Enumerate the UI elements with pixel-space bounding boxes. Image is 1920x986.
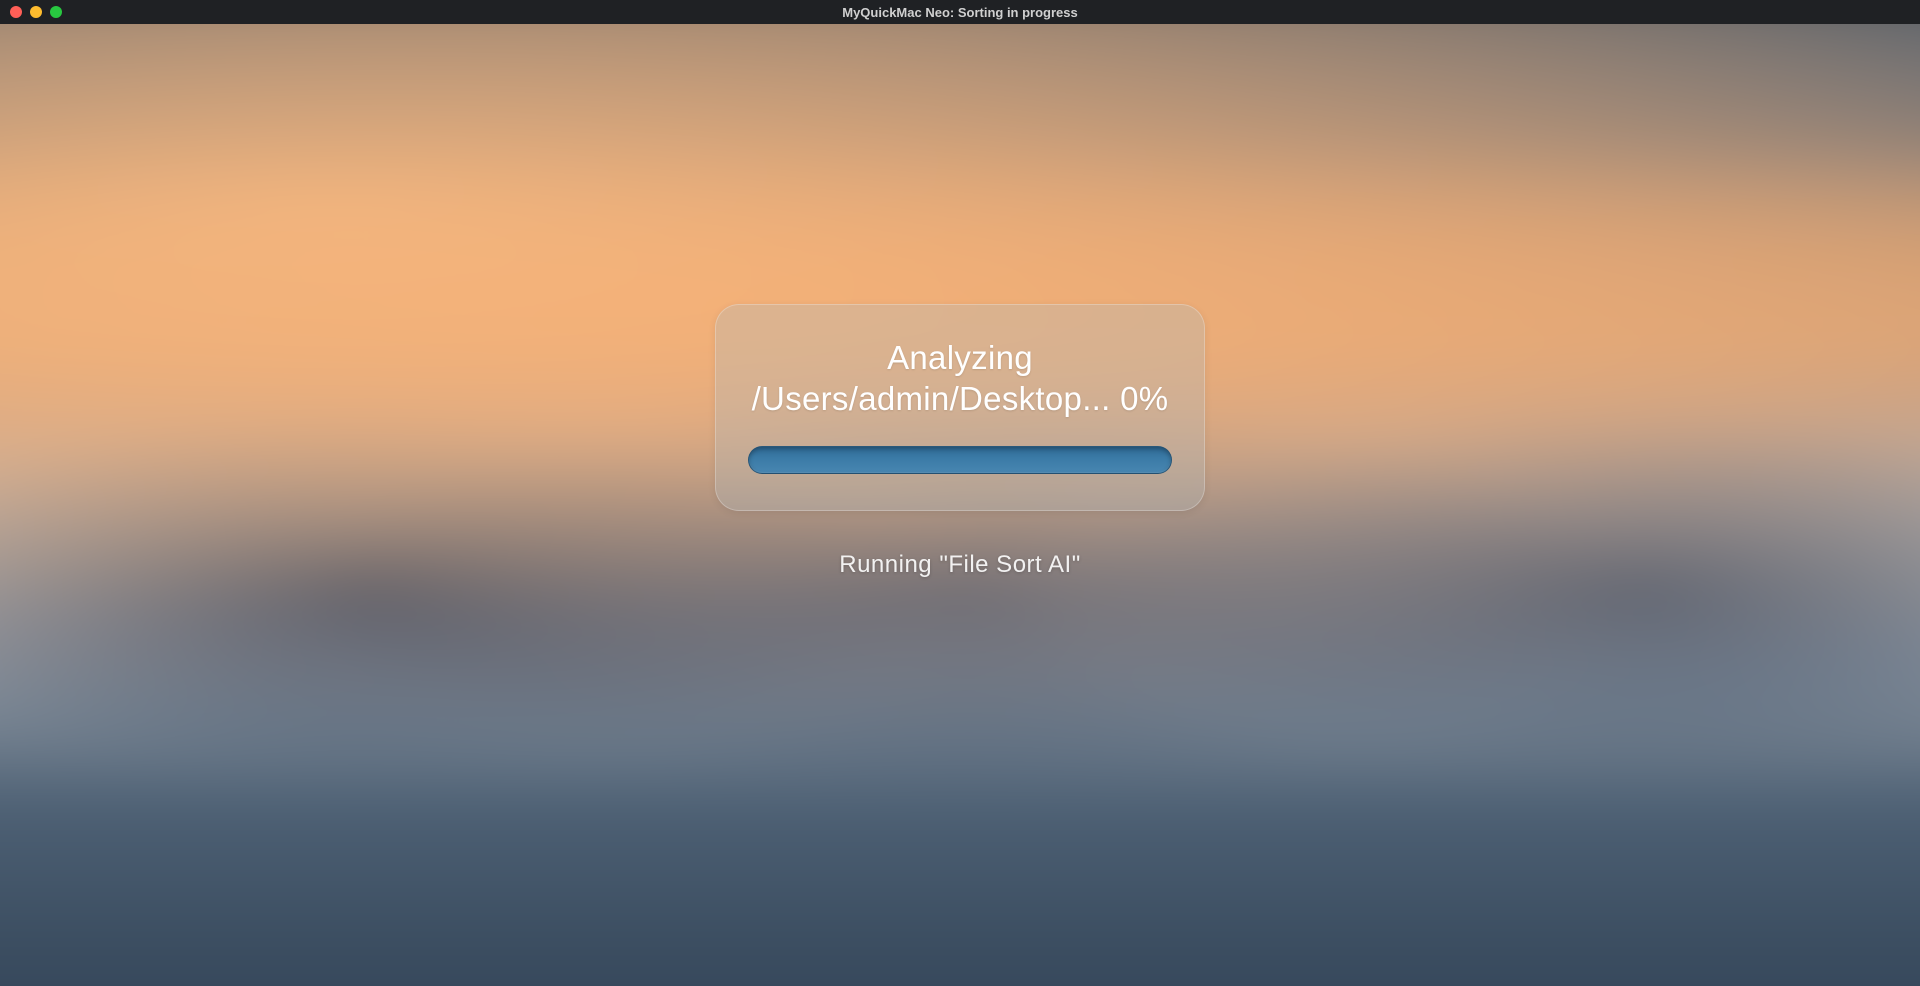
subtitle-text: Running "File Sort AI" xyxy=(839,551,1080,579)
maximize-icon[interactable] xyxy=(50,6,62,18)
window-title: MyQuickMac Neo: Sorting in progress xyxy=(842,5,1078,20)
traffic-lights xyxy=(10,6,62,18)
content-area: Analyzing /Users/admin/Desktop... 0% Run… xyxy=(0,24,1920,986)
minimize-icon[interactable] xyxy=(30,6,42,18)
app-window: MyQuickMac Neo: Sorting in progress Anal… xyxy=(0,0,1920,986)
status-heading: Analyzing xyxy=(748,337,1172,378)
progress-bar xyxy=(748,446,1172,474)
progress-dialog: Analyzing /Users/admin/Desktop... 0% xyxy=(715,304,1205,511)
titlebar: MyQuickMac Neo: Sorting in progress xyxy=(0,0,1920,24)
status-path: /Users/admin/Desktop... 0% xyxy=(748,378,1172,419)
close-icon[interactable] xyxy=(10,6,22,18)
dialog-wrapper: Analyzing /Users/admin/Desktop... 0% Run… xyxy=(0,24,1920,986)
